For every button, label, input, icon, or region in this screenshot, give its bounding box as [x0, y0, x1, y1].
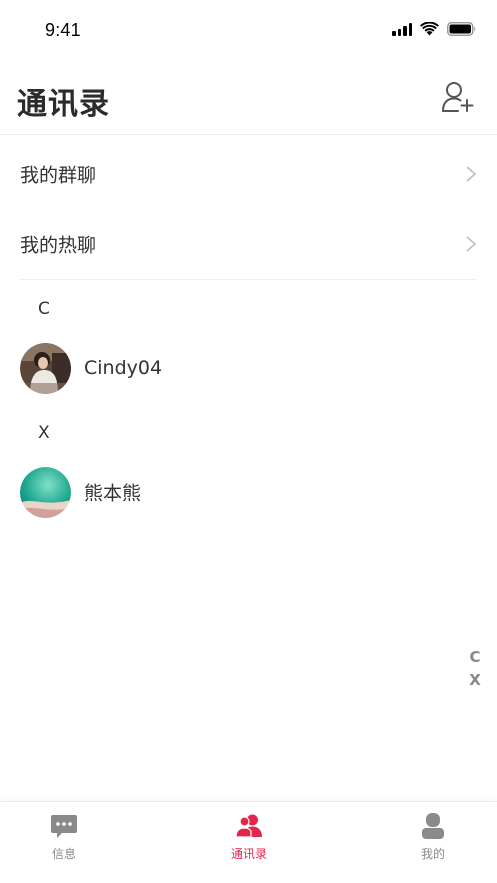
contacts-icon: [235, 814, 262, 838]
avatar: [20, 343, 71, 394]
index-letter-x[interactable]: X: [469, 671, 481, 689]
status-icons: [392, 22, 477, 36]
chevron-right-icon: [466, 236, 477, 252]
tab-profile[interactable]: 我的: [393, 812, 473, 870]
cellular-signal-icon: [392, 22, 412, 36]
chevron-right-icon: [466, 166, 477, 182]
contact-name: 熊本熊: [84, 482, 142, 505]
section-header-x: X: [38, 423, 50, 443]
battery-icon: [447, 22, 476, 36]
tab-label: 通讯录: [230, 847, 267, 861]
profile-icon: [422, 813, 444, 839]
tab-messages[interactable]: 信息: [24, 812, 104, 870]
index-letter-c[interactable]: C: [469, 648, 480, 666]
menu-item-label: 我的群聊: [20, 164, 97, 187]
alphabet-index[interactable]: C X: [468, 648, 482, 689]
nav-bar: 通讯录: [0, 62, 497, 135]
wifi-icon: [420, 22, 439, 36]
contact-row[interactable]: 熊本熊: [0, 462, 497, 522]
status-time: 9:41: [45, 20, 81, 40]
menu-item-label: 我的热聊: [20, 234, 97, 257]
avatar: [20, 467, 71, 518]
tab-contacts[interactable]: 通讯录: [209, 812, 289, 870]
section-header-c: C: [38, 299, 50, 319]
status-bar: 9:41: [0, 0, 497, 62]
divider: [20, 279, 477, 280]
tab-bar: 信息 通讯录 我的: [0, 801, 497, 883]
page-title: 通讯录: [17, 87, 110, 122]
contact-name: Cindy04: [84, 357, 163, 379]
add-user-icon[interactable]: [441, 80, 475, 114]
tab-label: 我的: [420, 847, 445, 861]
contact-row[interactable]: Cindy04: [0, 338, 497, 398]
tab-label: 信息: [51, 847, 76, 861]
chat-icon: [51, 815, 77, 838]
my-hot-chats-row[interactable]: 我的热聊: [0, 209, 497, 279]
my-group-chats-row[interactable]: 我的群聊: [0, 139, 497, 209]
